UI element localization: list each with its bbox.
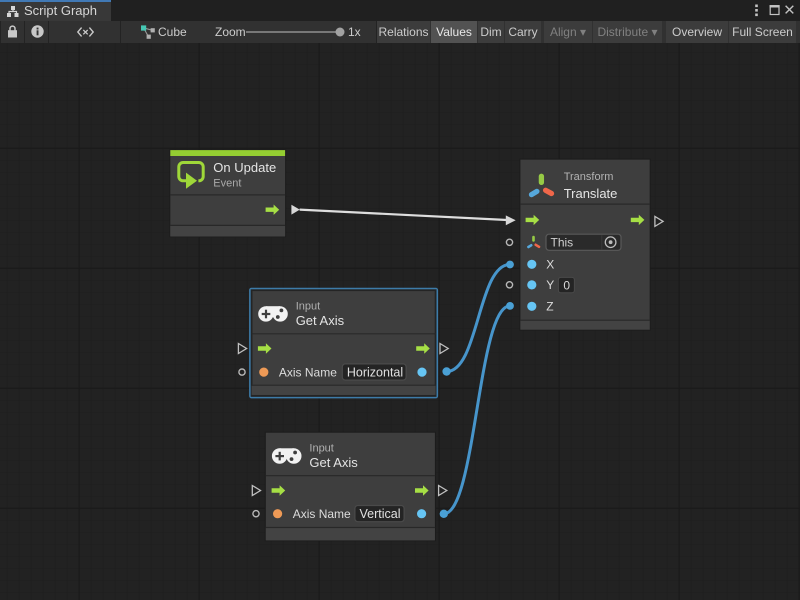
svg-text:Transform: Transform	[564, 171, 614, 183]
svg-text:0: 0	[563, 279, 570, 293]
svg-text:Z: Z	[546, 300, 553, 314]
svg-text:Horizontal: Horizontal	[347, 366, 403, 380]
svg-text:X: X	[546, 258, 554, 272]
svg-text:Y: Y	[546, 278, 554, 292]
svg-text:Axis Name: Axis Name	[293, 507, 351, 521]
svg-text:Get Axis: Get Axis	[309, 455, 358, 470]
svg-text:Vertical: Vertical	[360, 507, 401, 521]
svg-text:Event: Event	[213, 177, 241, 189]
svg-text:On Update: On Update	[213, 160, 276, 175]
svg-text:Get Axis: Get Axis	[296, 313, 345, 328]
svg-text:Translate: Translate	[564, 186, 618, 201]
svg-text:Input: Input	[309, 442, 333, 454]
svg-text:This: This	[551, 236, 574, 250]
svg-text:Input: Input	[296, 300, 320, 312]
svg-text:Axis Name: Axis Name	[279, 365, 337, 379]
